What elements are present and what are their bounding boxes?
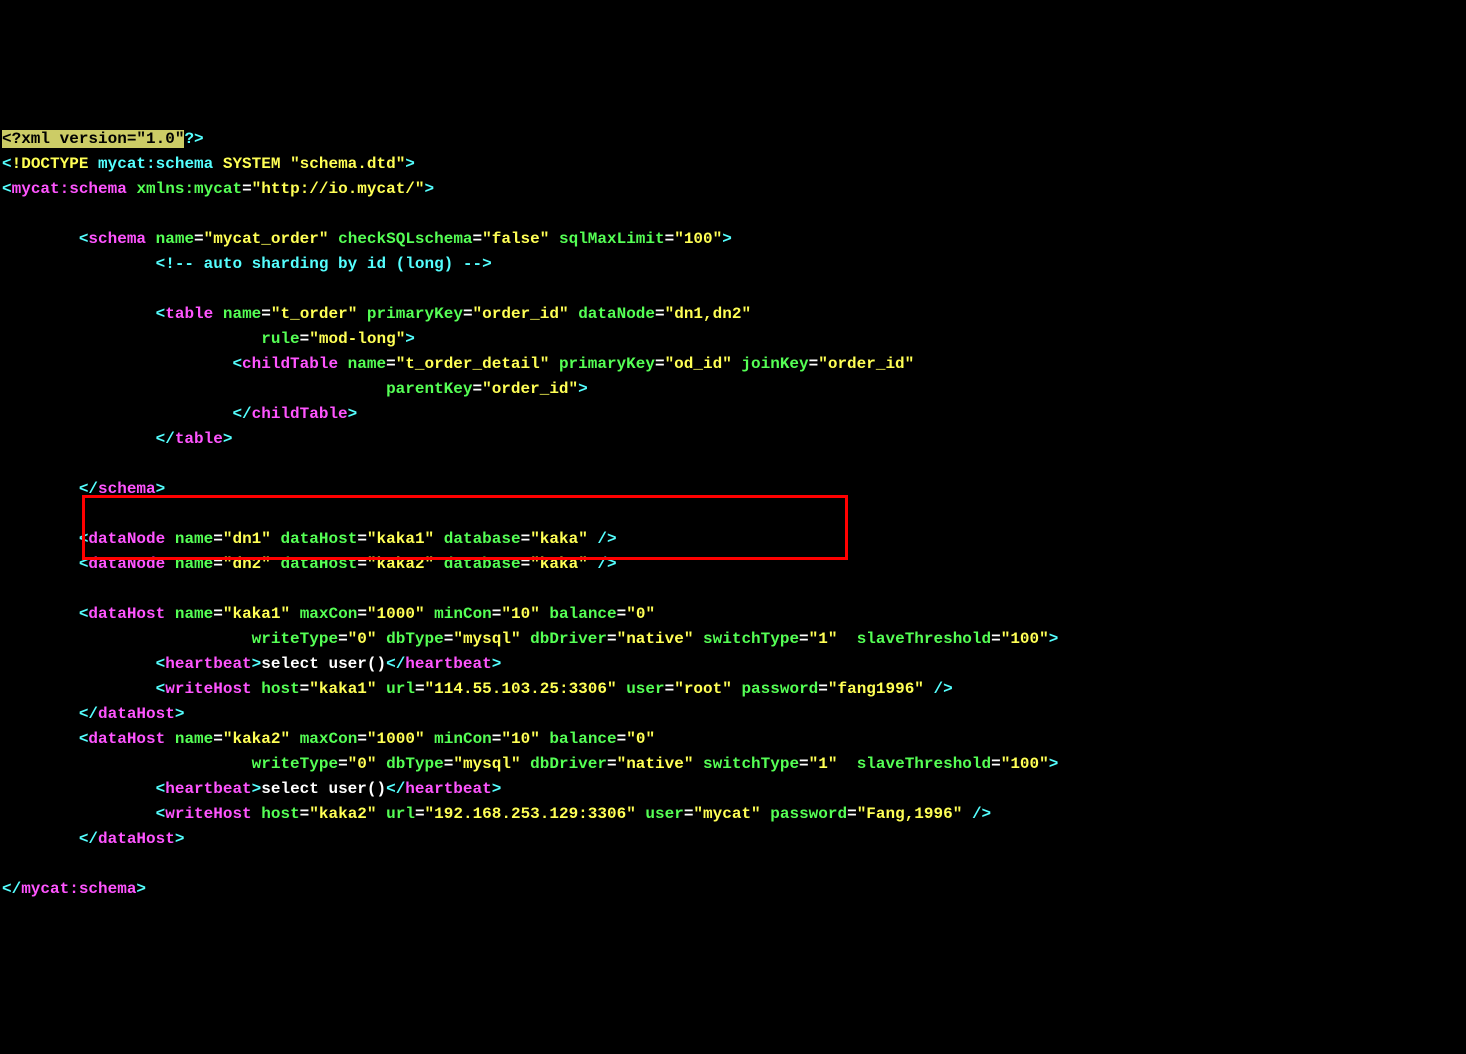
code-line: <heartbeat>select user()</heartbeat> <box>2 780 501 798</box>
element-datanode: dataNode <box>88 555 165 573</box>
code-line-highlighted: <dataNode name="dn2" dataHost="kaka2" da… <box>2 555 617 573</box>
element-root-close: mycat:schema <box>21 880 136 898</box>
code-line: <mycat:schema xmlns:mycat="http://io.myc… <box>2 180 434 198</box>
element-table: table <box>165 305 213 323</box>
blank-line <box>2 580 12 598</box>
code-line: <childTable name="t_order_detail" primar… <box>2 355 914 373</box>
code-line: <dataHost name="kaka1" maxCon="1000" min… <box>2 605 655 623</box>
code-line: <table name="t_order" primaryKey="order_… <box>2 305 751 323</box>
highlight-rectangle <box>82 495 848 560</box>
code-line: writeType="0" dbType="mysql" dbDriver="n… <box>2 630 1058 648</box>
element-heartbeat: heartbeat <box>165 655 251 673</box>
doctype-keyword: !DOCTYPE <box>12 155 89 173</box>
code-line: </childTable> <box>2 405 357 423</box>
code-line: </dataHost> <box>2 830 184 848</box>
blank-line <box>2 855 12 873</box>
element-heartbeat: heartbeat <box>165 780 251 798</box>
blank-line <box>2 455 12 473</box>
element-datahost: dataHost <box>88 605 165 623</box>
code-line: parentKey="order_id"> <box>2 380 588 398</box>
code-line: <writeHost host="kaka1" url="114.55.103.… <box>2 680 953 698</box>
code-line: </mycat:schema> <box>2 880 146 898</box>
xml-code-viewer: <?xml version="1.0"?> <!DOCTYPE mycat:sc… <box>2 102 1466 927</box>
blank-line <box>2 280 12 298</box>
blank-line <box>2 505 12 523</box>
comment: <!-- auto sharding by id (long) --> <box>156 255 492 273</box>
code-line: <heartbeat>select user()</heartbeat> <box>2 655 501 673</box>
element-writehost: writeHost <box>165 805 251 823</box>
element-datanode: dataNode <box>88 530 165 548</box>
xml-declaration: <?xml version="1.0" <box>2 130 184 148</box>
code-line: </table> <box>2 430 232 448</box>
element-root: mycat:schema <box>12 180 127 198</box>
element-schema: schema <box>88 230 146 248</box>
element-writehost: writeHost <box>165 680 251 698</box>
code-line: </dataHost> <box>2 705 184 723</box>
code-line: rule="mod-long"> <box>2 330 415 348</box>
code-line: <!DOCTYPE mycat:schema SYSTEM "schema.dt… <box>2 155 415 173</box>
element-childtable: childTable <box>242 355 338 373</box>
code-line: <dataHost name="kaka2" maxCon="1000" min… <box>2 730 655 748</box>
code-line: writeType="0" dbType="mysql" dbDriver="n… <box>2 755 1058 773</box>
element-datahost: dataHost <box>88 730 165 748</box>
code-line: </schema> <box>2 480 165 498</box>
blank-line <box>2 205 12 223</box>
code-line: <writeHost host="kaka2" url="192.168.253… <box>2 805 991 823</box>
code-line: <schema name="mycat_order" checkSQLschem… <box>2 230 732 248</box>
code-line: <?xml version="1.0"?> <box>2 130 204 148</box>
code-line: <!-- auto sharding by id (long) --> <box>2 255 492 273</box>
code-line-highlighted: <dataNode name="dn1" dataHost="kaka1" da… <box>2 530 617 548</box>
